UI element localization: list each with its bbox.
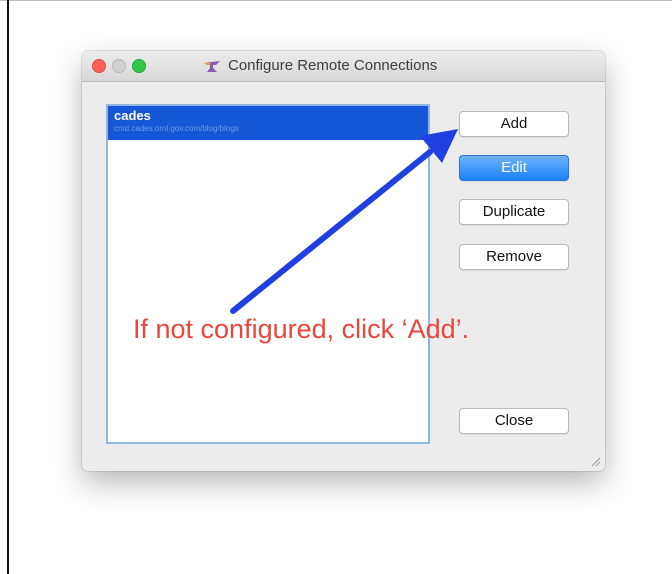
annotation-text: If not configured, click ‘Add’. xyxy=(133,314,470,344)
annotation-arrow-icon xyxy=(230,129,458,314)
